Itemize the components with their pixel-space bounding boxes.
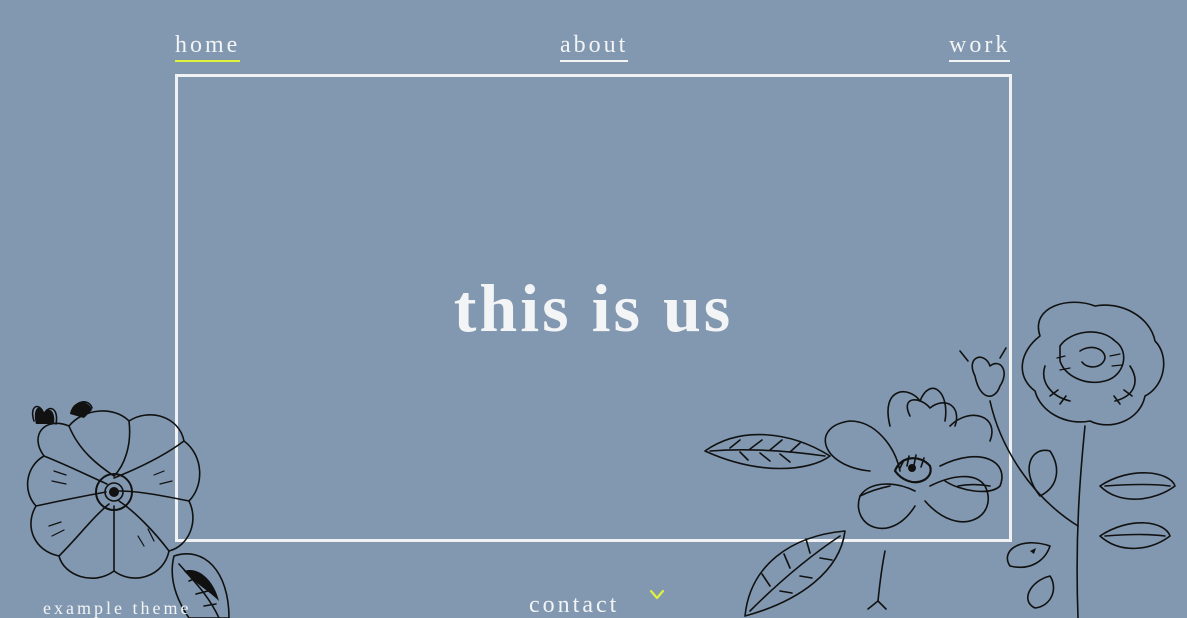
nav-work-link[interactable]: work	[949, 31, 1011, 62]
magnolia-rose-illustration	[704, 301, 1176, 618]
page: home about work this is us example theme…	[0, 0, 1187, 618]
chevron-down-icon[interactable]	[648, 588, 666, 602]
footer-brand-text: example theme	[43, 598, 192, 618]
wild-rose-illustration	[26, 401, 230, 618]
nav-home-link[interactable]: home	[175, 31, 241, 62]
nav-about-link[interactable]: about	[560, 31, 629, 62]
contact-link[interactable]: contact	[529, 591, 619, 618]
